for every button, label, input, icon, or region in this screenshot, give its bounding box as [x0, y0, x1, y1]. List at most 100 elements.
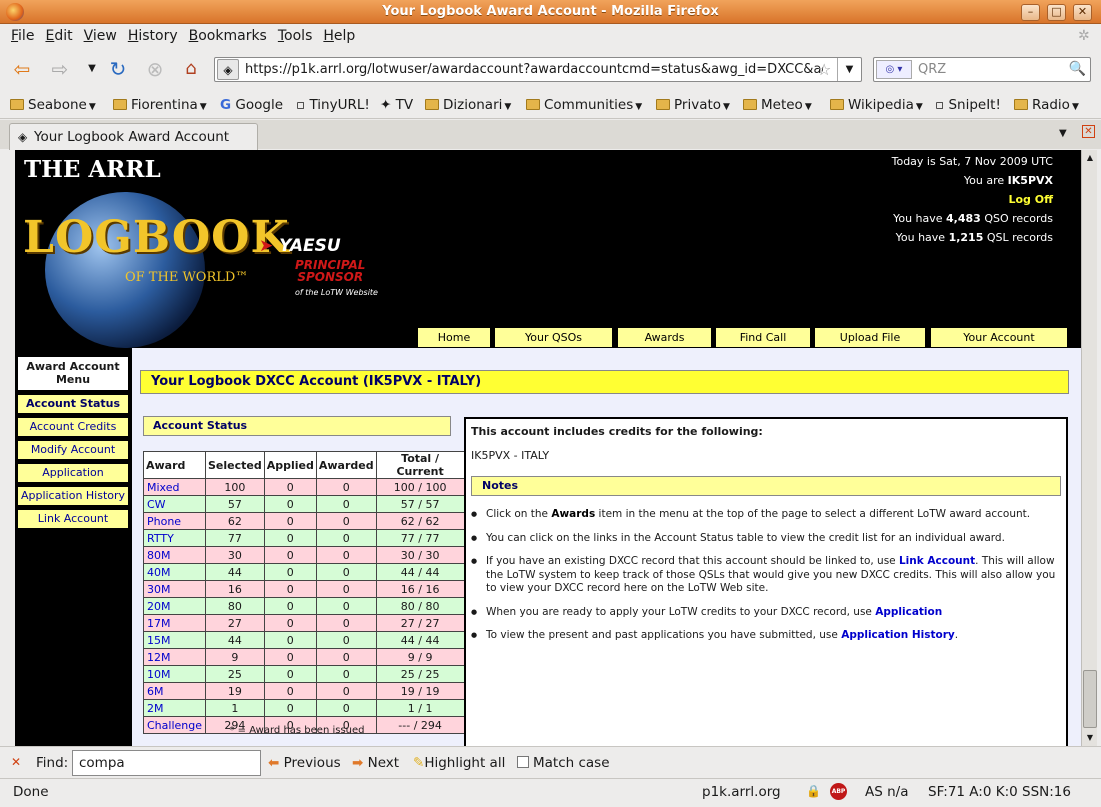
menu-file[interactable]: File — [11, 28, 34, 44]
bookmark-dizionari[interactable]: Dizionari ▼ — [425, 97, 511, 113]
tv-icon: ✦ — [380, 97, 392, 113]
vertical-scrollbar[interactable]: ▲ ▼ — [1081, 150, 1097, 746]
reload-icon[interactable]: ↻ — [104, 56, 132, 82]
bookmark-radio[interactable]: Radio ▼ — [1014, 97, 1079, 113]
bookmark-google[interactable]: G Google — [220, 97, 283, 113]
find-previous-button[interactable]: ⬅ Previous — [268, 755, 341, 771]
award-link[interactable]: 30M — [143, 580, 206, 598]
find-input[interactable]: compa — [72, 750, 261, 776]
menu-help[interactable]: Help — [323, 28, 355, 44]
back-icon[interactable]: ⇦ — [8, 56, 36, 82]
credits-heading: This account includes credits for the fo… — [471, 425, 763, 438]
sidebar-item-link-account[interactable]: Link Account — [18, 510, 128, 528]
url-text[interactable]: https://p1k.arrl.org/lotwuser/awardaccou… — [245, 62, 823, 77]
highlight-all-button[interactable]: ✎Highlight all — [413, 755, 505, 771]
sidebar-item-modify-account[interactable]: Modify Account — [18, 441, 128, 459]
table-cell: 16 — [205, 580, 265, 598]
url-dropdown-icon[interactable]: ▼ — [837, 58, 861, 81]
award-link[interactable]: 10M — [143, 665, 206, 683]
award-link[interactable]: 40M — [143, 563, 206, 581]
minimize-button[interactable]: – — [1021, 4, 1040, 21]
account-status-heading: Account Status — [143, 416, 451, 436]
sidebar-item-account-status[interactable]: Account Status — [18, 395, 128, 413]
application-history-link[interactable]: Application History — [841, 629, 955, 641]
table-cell: 57 — [205, 495, 265, 513]
search-engine-icon[interactable]: ◎ ▾ — [876, 60, 912, 79]
tab-award-account[interactable]: ◈ Your Logbook Award Account — [9, 123, 258, 150]
award-link[interactable]: 80M — [143, 546, 206, 564]
award-link[interactable]: 17M — [143, 614, 206, 632]
scroll-thumb[interactable] — [1083, 670, 1097, 728]
award-link[interactable]: CW — [143, 495, 206, 513]
table-row: 40M 44 0 0 44 / 44 — [143, 563, 465, 581]
award-link[interactable]: 6M — [143, 682, 206, 700]
menu-bookmarks[interactable]: Bookmarks — [189, 28, 267, 44]
scroll-down-icon[interactable]: ▼ — [1083, 731, 1097, 745]
bookmark-tv[interactable]: ✦ TV — [380, 97, 413, 113]
table-cell: 80 / 80 — [375, 597, 465, 615]
sidebar-item-application-history[interactable]: Application History — [18, 487, 128, 505]
bookmark-seabone[interactable]: Seabone ▼ — [10, 97, 96, 113]
menu-tools[interactable]: Tools — [278, 28, 313, 44]
bookmark-privato[interactable]: Privato ▼ — [656, 97, 730, 113]
close-tab-icon[interactable]: ✕ — [1082, 125, 1095, 138]
nav-your-qsos[interactable]: Your QSOs — [494, 327, 613, 348]
bookmark-meteo[interactable]: Meteo ▼ — [743, 97, 812, 113]
link-account-link[interactable]: Link Account — [899, 555, 975, 567]
table-row: 15M 44 0 0 44 / 44 — [143, 631, 465, 649]
logoff-link[interactable]: Log Off — [892, 190, 1053, 209]
bookmark-fiorentina[interactable]: Fiorentina ▼ — [113, 97, 207, 113]
award-link[interactable]: RTTY — [143, 529, 206, 547]
checkbox-icon[interactable] — [517, 756, 529, 768]
search-bar[interactable]: ◎ ▾ QRZ 🔍 — [873, 57, 1091, 82]
application-link[interactable]: Application — [875, 606, 942, 618]
home-icon[interactable]: ⌂ — [177, 56, 205, 82]
award-link[interactable]: 2M — [143, 699, 206, 717]
award-link[interactable]: 15M — [143, 631, 206, 649]
nav-find-call[interactable]: Find Call — [715, 327, 811, 348]
table-cell: 44 — [205, 631, 265, 649]
folder-icon — [656, 99, 670, 110]
menu-view[interactable]: View — [84, 28, 117, 44]
close-find-icon[interactable]: ✕ — [11, 756, 23, 769]
bookmark-communities[interactable]: Communities ▼ — [526, 97, 642, 113]
maximize-button[interactable]: □ — [1047, 4, 1066, 21]
award-link[interactable]: 12M — [143, 648, 206, 666]
nav-awards[interactable]: Awards — [617, 327, 712, 348]
url-bar[interactable]: ◈ https://p1k.arrl.org/lotwuser/awardacc… — [214, 57, 862, 82]
search-input[interactable]: QRZ — [918, 62, 946, 77]
lock-icon[interactable]: 🔒 — [806, 784, 821, 798]
bookmark-snipeit[interactable]: ▫ SnipeIt! — [935, 97, 1001, 113]
sidebar-item-application[interactable]: Application — [18, 464, 128, 482]
adblock-icon[interactable]: ABP — [830, 783, 847, 800]
notes-heading: Notes — [471, 476, 1061, 496]
list-item: Click on the Awards item in the menu at … — [471, 508, 1061, 522]
stop-icon[interactable]: ⊗ — [141, 56, 169, 82]
forward-icon[interactable]: ⇨ — [46, 56, 74, 82]
search-icon[interactable]: 🔍 — [1069, 61, 1086, 77]
nav-your-account[interactable]: Your Account — [930, 327, 1068, 348]
award-link[interactable]: 20M — [143, 597, 206, 615]
table-cell: 0 — [263, 495, 317, 513]
bookmark-wikipedia[interactable]: Wikipedia ▼ — [830, 97, 923, 113]
sidebar-item-account-credits[interactable]: Account Credits — [18, 418, 128, 436]
tab-list-icon[interactable]: ▼ — [1059, 128, 1067, 139]
nav-upload-file[interactable]: Upload File — [814, 327, 926, 348]
site-identity-icon[interactable]: ◈ — [217, 59, 239, 80]
history-dropdown-icon[interactable]: ▼ — [78, 56, 106, 82]
table-cell: 25 / 25 — [375, 665, 465, 683]
column-header: Total / Current — [375, 451, 465, 479]
match-case-checkbox[interactable]: Match case — [517, 755, 610, 771]
table-row: CW 57 0 0 57 / 57 — [143, 495, 465, 513]
award-link[interactable]: Mixed — [143, 478, 206, 496]
scroll-up-icon[interactable]: ▲ — [1083, 151, 1097, 165]
nav-home[interactable]: Home — [417, 327, 491, 348]
bookmark-tinyurl[interactable]: ▫ TinyURL! — [296, 97, 370, 113]
find-next-button[interactable]: ➡ Next — [352, 755, 399, 771]
menu-edit[interactable]: Edit — [45, 28, 72, 44]
close-button[interactable]: ✕ — [1073, 4, 1092, 21]
menu-history[interactable]: History — [128, 28, 178, 44]
award-link[interactable]: Phone — [143, 512, 206, 530]
bookmark-star-icon[interactable]: ☆ — [817, 60, 831, 79]
table-cell: 0 — [315, 665, 377, 683]
